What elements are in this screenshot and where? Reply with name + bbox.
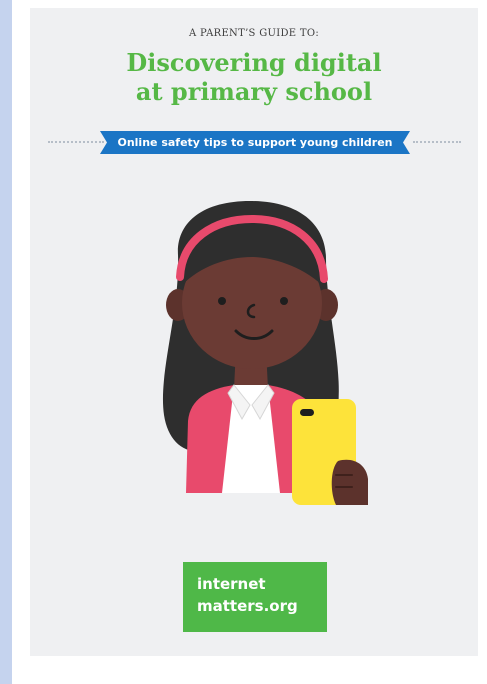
cover-title-line-1: Discovering digital xyxy=(126,48,382,77)
ribbon-text: Online safety tips to support young chil… xyxy=(117,136,393,149)
phone-camera xyxy=(300,409,314,416)
logo-line-1: internet xyxy=(197,575,266,593)
cover-kicker: A PARENT’S GUIDE TO: xyxy=(189,28,319,39)
internet-matters-logo: internet matters.org xyxy=(183,562,327,632)
girl-with-phone-illustration xyxy=(162,201,368,505)
cover-title: Discovering digital at primary school xyxy=(30,48,478,106)
right-eye xyxy=(280,297,288,305)
left-eye xyxy=(218,297,226,305)
logo-line-2: matters.org xyxy=(197,597,298,615)
dotted-divider-right xyxy=(413,141,461,143)
subtitle-ribbon: Online safety tips to support young chil… xyxy=(100,131,410,154)
hand xyxy=(331,459,368,505)
cover-title-line-2: at primary school xyxy=(135,77,373,106)
dotted-divider-left xyxy=(48,141,104,143)
guide-cover: A PARENT’S GUIDE TO: Discovering digital… xyxy=(30,8,478,656)
